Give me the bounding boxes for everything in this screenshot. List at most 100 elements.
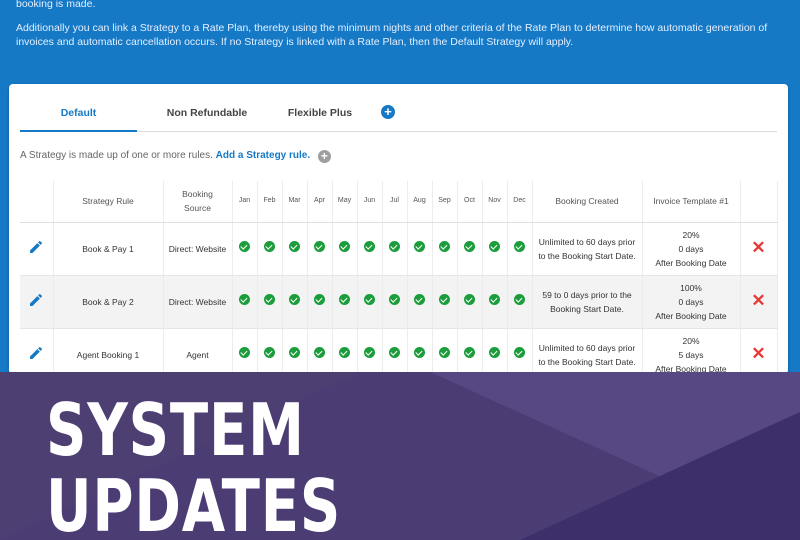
month-cell xyxy=(507,275,533,329)
strategy-rule-header: Strategy Rule xyxy=(53,181,164,223)
table-row: Agent Booking 1 Agent Unlimited to 60 days… xyxy=(20,328,778,374)
check-circle-icon xyxy=(239,241,250,252)
month-cell xyxy=(482,275,508,329)
delete-cell: ✕ xyxy=(740,222,778,276)
add-strategy-rule-link[interactable]: Add a Strategy rule. xyxy=(216,150,310,161)
invoice-template-header: Invoice Template #1 xyxy=(642,181,741,223)
check-circle-icon xyxy=(314,294,325,305)
delete-column-header xyxy=(740,181,778,223)
check-circle-icon xyxy=(439,347,450,358)
header-text-line: booking is made. xyxy=(16,0,96,10)
month-cell xyxy=(232,275,258,329)
month-header-jul: Jul xyxy=(382,181,408,223)
month-cell xyxy=(332,275,358,329)
month-cell xyxy=(307,328,333,374)
check-circle-icon xyxy=(439,294,450,305)
booking-source-cell: Direct: Website xyxy=(163,275,233,329)
booking-created-header: Booking Created xyxy=(532,181,643,223)
check-circle-icon xyxy=(389,347,400,358)
month-header-sep: Sep xyxy=(432,181,458,223)
table-row: Book & Pay 2 Direct: Website 59 to 0 days … xyxy=(20,275,778,329)
check-circle-icon xyxy=(464,294,475,305)
month-cell xyxy=(232,328,258,374)
check-circle-icon xyxy=(414,241,425,252)
banner-title: SYSTEM UPDATES xyxy=(46,392,341,540)
invoice-template-cell: 100% 0 days After Booking Date xyxy=(642,275,741,329)
header-paragraph: Additionally you can link a Strategy to … xyxy=(16,22,768,48)
check-circle-icon xyxy=(289,347,300,358)
check-circle-icon xyxy=(514,241,525,252)
month-cell xyxy=(407,222,433,276)
check-circle-icon xyxy=(314,347,325,358)
month-header-mar: Mar xyxy=(282,181,308,223)
month-cell xyxy=(457,275,483,329)
booking-created-cell: Unlimited to 60 days prior to the Booking… xyxy=(532,222,643,276)
month-cell xyxy=(382,275,408,329)
check-circle-icon xyxy=(489,241,500,252)
table-row: Book & Pay 1 Direct: Website Unlimited to … xyxy=(20,222,778,276)
month-header-jan: Jan xyxy=(232,181,258,223)
strategy-intro: A Strategy is made up of one or more rul… xyxy=(20,150,331,163)
check-circle-icon xyxy=(339,294,350,305)
check-circle-icon xyxy=(464,347,475,358)
delete-cell: ✕ xyxy=(740,275,778,329)
month-cell xyxy=(382,222,408,276)
month-header-aug: Aug xyxy=(407,181,433,223)
invoice-template-cell: 20% 0 days After Booking Date xyxy=(642,222,741,276)
pencil-icon[interactable] xyxy=(28,345,44,361)
month-cell xyxy=(407,275,433,329)
booking-source-cell: Direct: Website xyxy=(163,222,233,276)
month-cell xyxy=(357,328,383,374)
booking-source-cell: Agent xyxy=(163,328,233,374)
pencil-icon[interactable] xyxy=(28,239,44,255)
check-circle-icon xyxy=(514,347,525,358)
system-updates-banner: SYSTEM UPDATES xyxy=(0,372,800,540)
month-cell xyxy=(232,222,258,276)
month-cell xyxy=(307,275,333,329)
strategy-rules-table: Strategy Rule Booking Source Jan Feb Mar … xyxy=(20,181,778,374)
check-circle-icon xyxy=(389,294,400,305)
tab-flexible-plus[interactable]: Flexible Plus xyxy=(270,84,370,131)
check-circle-icon xyxy=(264,347,275,358)
month-header-jun: Jun xyxy=(357,181,383,223)
check-circle-icon xyxy=(414,347,425,358)
strategy-rule-cell: Book & Pay 2 xyxy=(53,275,164,329)
check-circle-icon xyxy=(489,294,500,305)
add-tab-icon[interactable]: + xyxy=(381,105,395,119)
table-header-row: Strategy Rule Booking Source Jan Feb Mar … xyxy=(20,181,778,223)
month-cell xyxy=(507,328,533,374)
check-circle-icon xyxy=(239,294,250,305)
strategy-rule-cell: Book & Pay 1 xyxy=(53,222,164,276)
check-circle-icon xyxy=(239,347,250,358)
check-circle-icon xyxy=(514,294,525,305)
tab-non-refundable[interactable]: Non Refundable xyxy=(147,84,267,131)
strategy-card: Default Non Refundable Flexible Plus + A… xyxy=(9,84,788,374)
check-circle-icon xyxy=(439,241,450,252)
check-circle-icon xyxy=(364,241,375,252)
close-icon[interactable]: ✕ xyxy=(751,344,765,363)
booking-created-cell: Unlimited to 60 days prior to the Booking… xyxy=(532,328,643,374)
add-rule-icon[interactable]: + xyxy=(317,150,331,163)
month-cell xyxy=(432,222,458,276)
month-cell xyxy=(457,328,483,374)
close-icon[interactable]: ✕ xyxy=(751,291,765,310)
check-circle-icon xyxy=(264,241,275,252)
invoice-template-cell: 20% 5 days After Booking Date xyxy=(642,328,741,374)
check-circle-icon xyxy=(339,347,350,358)
close-icon[interactable]: ✕ xyxy=(751,238,765,257)
edit-cell xyxy=(20,275,54,329)
intro-text: A Strategy is made up of one or more rul… xyxy=(20,150,213,161)
month-cell xyxy=(357,222,383,276)
check-circle-icon xyxy=(289,241,300,252)
month-cell xyxy=(432,328,458,374)
month-header-dec: Dec xyxy=(507,181,533,223)
check-circle-icon xyxy=(389,241,400,252)
banner-title-line-1: SYSTEM xyxy=(46,388,305,472)
tab-default[interactable]: Default xyxy=(20,84,137,132)
check-circle-icon xyxy=(464,241,475,252)
check-circle-icon xyxy=(364,294,375,305)
month-header-oct: Oct xyxy=(457,181,483,223)
month-cell xyxy=(407,328,433,374)
pencil-icon[interactable] xyxy=(28,292,44,308)
month-cell xyxy=(382,328,408,374)
